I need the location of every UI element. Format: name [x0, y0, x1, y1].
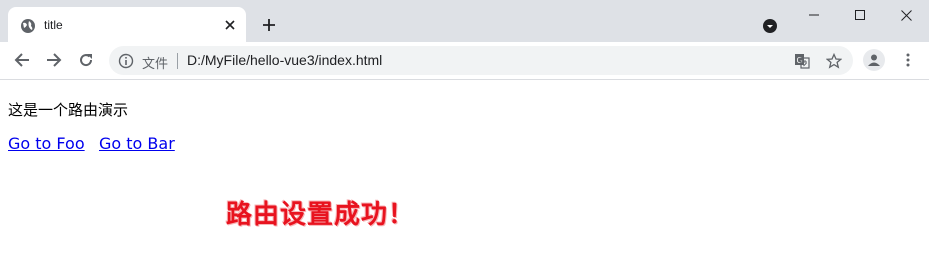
browser-tab[interactable]: title — [8, 7, 246, 42]
info-icon[interactable] — [118, 53, 134, 69]
tab-title: title — [44, 18, 63, 32]
intro-text: 这是一个路由演示 — [8, 101, 129, 119]
omnibox-divider — [177, 53, 178, 69]
minimize-icon[interactable] — [791, 0, 837, 30]
translate-icon[interactable]: G — [793, 52, 811, 70]
tab-strip: title — [0, 0, 929, 42]
forward-icon[interactable] — [42, 48, 66, 72]
url-text[interactable]: D:/MyFile/hello-vue3/index.html — [187, 52, 382, 68]
back-icon[interactable] — [10, 48, 34, 72]
security-label[interactable]: 文件 — [142, 53, 168, 72]
globe-icon — [20, 18, 36, 34]
maximize-icon[interactable] — [837, 0, 883, 30]
reload-icon[interactable] — [74, 48, 98, 72]
page-content: 这是一个路由演示 Go to Foo Go to Bar 路由设置成功！ — [0, 80, 929, 264]
close-tab-icon[interactable] — [222, 17, 238, 33]
link-go-to-foo[interactable]: Go to Foo — [8, 134, 85, 153]
more-menu-icon[interactable] — [897, 49, 919, 71]
link-go-to-bar[interactable]: Go to Bar — [99, 134, 175, 153]
svg-text:G: G — [797, 56, 803, 65]
success-annotation: 路由设置成功！ — [226, 200, 416, 230]
browser-toolbar: 文件 D:/MyFile/hello-vue3/index.html G — [0, 42, 929, 80]
close-window-icon[interactable] — [883, 0, 929, 30]
address-bar[interactable]: 文件 D:/MyFile/hello-vue3/index.html G — [109, 46, 853, 75]
profile-avatar-icon[interactable] — [863, 49, 885, 71]
new-tab-icon[interactable] — [258, 14, 280, 36]
bookmark-star-icon[interactable] — [825, 52, 843, 70]
tab-search-icon[interactable] — [760, 16, 780, 36]
